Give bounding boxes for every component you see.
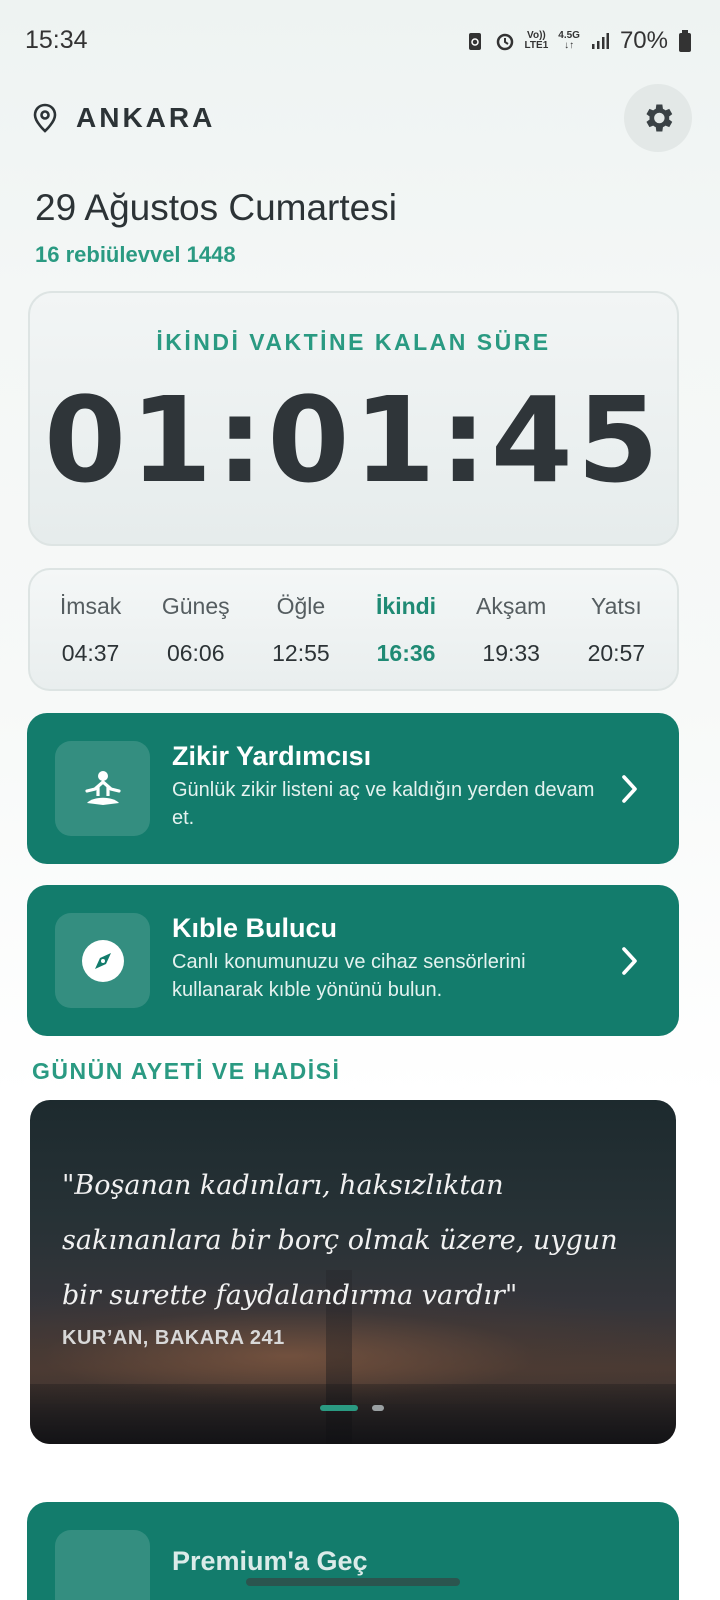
prayer-time: 12:55 — [272, 639, 330, 666]
qibla-title: Kıble Bulucu — [172, 913, 338, 943]
daily-verse-card[interactable]: "Boşanan kadınları, haksızlıktan sakınan… — [30, 1100, 676, 1444]
prayer-time-imsak: İmsak 04:37 — [41, 593, 141, 667]
prayer-time: 04:37 — [61, 639, 120, 666]
carousel-indicator[interactable] — [320, 1405, 384, 1411]
prayer-time-yatsi: Yatsı 20:57 — [566, 593, 666, 667]
carousel-dot-active[interactable] — [320, 1405, 358, 1411]
alarm-icon — [496, 33, 513, 51]
battery-saver-icon — [468, 33, 481, 50]
hijri-date: 16 rebiülevvel 1448 — [35, 242, 236, 267]
prayer-time: 06:06 — [166, 639, 225, 666]
status-icons: Vo)) LTE1 4.5G ↓↑ 70% — [465, 24, 692, 58]
prayer-name: Güneş — [161, 592, 230, 619]
data-arrows-icon: ↓↑ — [564, 40, 575, 51]
chevron-right-icon — [622, 775, 637, 803]
meditation-icon — [84, 770, 121, 805]
premium-title: Premium'a Geç — [172, 1546, 368, 1576]
data-type-indicator: 4.5G ↓↑ — [558, 31, 580, 51]
prayer-name: Akşam — [476, 592, 547, 619]
lte-label: LTE1 — [524, 40, 549, 51]
city-name[interactable]: ANKARA — [76, 102, 215, 134]
meditation-icon-box — [55, 741, 150, 836]
city-skyline — [30, 1384, 676, 1444]
qibla-description: Canlı konumunuzu ve cihaz sensörlerini k… — [172, 951, 526, 1001]
prayer-time-ikindi: İkindi 16:36 — [356, 593, 456, 667]
compass-icon — [81, 939, 124, 982]
prayer-name: Öğle — [276, 592, 326, 619]
compass-icon-box — [55, 913, 150, 1008]
gesture-nav-handle[interactable] — [246, 1578, 460, 1586]
qibla-finder-card[interactable]: Kıble Bulucu Canlı konumunuzu ve cihaz s… — [27, 885, 679, 1036]
verse-text: "Boşanan kadınları, haksızlıktan sakınan… — [62, 1170, 618, 1311]
gear-icon — [646, 104, 673, 132]
signal-icon — [591, 33, 609, 49]
prayer-time-gunes: Güneş 06:06 — [146, 593, 246, 667]
countdown-timer: 01:01:45 — [43, 371, 663, 509]
carousel-dot[interactable] — [372, 1405, 384, 1411]
verse-source: KUR’AN, BAKARA 241 — [62, 1327, 285, 1349]
prayer-time-aksam: Akşam 19:33 — [461, 593, 561, 667]
gregorian-date: 29 Ağustos Cumartesi — [35, 187, 397, 228]
location-pin-icon — [33, 103, 57, 133]
battery-icon — [679, 30, 691, 52]
zikir-description: Günlük zikir listeni aç ve kaldığın yerd… — [172, 779, 595, 829]
daily-verse-section-title: GÜNÜN AYETİ VE HADİSİ — [32, 1058, 341, 1084]
prayer-times-card: İmsak 04:37 Güneş 06:06 Öğle 12:55 İkind… — [28, 568, 679, 691]
prayer-name: Yatsı — [591, 592, 642, 619]
status-time: 15:34 — [25, 26, 88, 54]
chevron-right-icon — [622, 947, 637, 975]
zikir-assistant-card[interactable]: Zikir Yardımcısı Günlük zikir listeni aç… — [27, 713, 679, 864]
prayer-time-ogle: Öğle 12:55 — [251, 593, 351, 667]
volte-indicator: Vo)) LTE1 — [525, 31, 549, 51]
prayer-time: 19:33 — [482, 639, 540, 666]
battery-percent: 70% — [619, 27, 668, 54]
prayer-name: İkindi — [376, 592, 437, 619]
settings-button[interactable] — [624, 84, 692, 152]
prayer-time: 16:36 — [376, 639, 436, 666]
prayer-time: 20:57 — [587, 639, 646, 666]
zikir-title: Zikir Yardımcısı — [172, 741, 372, 771]
countdown-label: İKİNDİ VAKTİNE KALAN SÜRE — [156, 329, 551, 355]
header: ANKARA — [30, 84, 692, 152]
premium-icon-box — [55, 1530, 150, 1600]
status-bar: 15:34 Vo)) LTE1 4.5G ↓↑ 70% — [0, 0, 720, 80]
countdown-card: İKİNDİ VAKTİNE KALAN SÜRE 01:01:45 — [28, 291, 679, 546]
prayer-name: İmsak — [59, 592, 122, 619]
